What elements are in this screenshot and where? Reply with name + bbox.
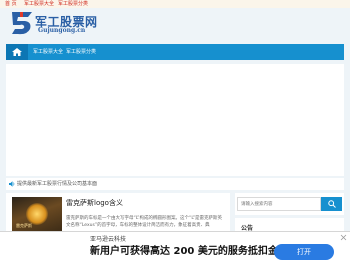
banner-area bbox=[6, 64, 344, 176]
article-title[interactable]: 雷克萨斯logo含义 bbox=[66, 199, 123, 208]
nav-item-stock-list[interactable]: 军工股票大全 bbox=[33, 48, 63, 56]
notice-text: 提供最新军工股票行情及公司基本面 bbox=[17, 181, 98, 187]
logo-icon[interactable] bbox=[10, 10, 34, 36]
notice-bar: 提供最新军工股票行情及公司基本面 bbox=[6, 178, 344, 190]
top-link-home[interactable]: 首 页 bbox=[5, 1, 17, 7]
ad-brand: 亚马逊云科技 bbox=[90, 236, 127, 243]
speaker-icon bbox=[9, 181, 15, 187]
search-button[interactable] bbox=[321, 197, 342, 211]
nav-home-button[interactable] bbox=[6, 44, 28, 60]
site-url: Gujungong.cn bbox=[38, 27, 86, 34]
close-icon[interactable] bbox=[340, 234, 347, 241]
top-link-stock-category[interactable]: 军工股票分类 bbox=[58, 1, 88, 7]
sidebar-search bbox=[235, 193, 344, 215]
ad-banner[interactable]: 亚马逊云科技 新用户可获得高达 200 美元的服务抵扣金 打开 bbox=[0, 231, 350, 263]
article-excerpt: 雷克萨斯的车标是一个由大写字母“L”构成的椭圆形图案。这个“L”是雷克萨斯英文名… bbox=[66, 216, 222, 228]
top-bar: 首 页 军工股票大全 军工股票分类 bbox=[0, 0, 350, 8]
main-nav: 军工股票大全 军工股票分类 bbox=[6, 44, 344, 60]
nav-item-stock-category[interactable]: 军工股票分类 bbox=[66, 48, 96, 56]
top-link-stock-list[interactable]: 军工股票大全 bbox=[24, 1, 54, 7]
ad-headline: 新用户可获得高达 200 美元的服务抵扣金 bbox=[90, 246, 278, 257]
article-thumbnail[interactable]: 雷克萨斯 bbox=[12, 197, 62, 233]
ad-open-button[interactable]: 打开 bbox=[274, 244, 334, 260]
thumbnail-text: 雷克萨斯 bbox=[16, 223, 32, 228]
search-input[interactable] bbox=[237, 197, 321, 211]
thumbnail-glow bbox=[26, 203, 48, 225]
home-icon bbox=[12, 48, 22, 56]
search-icon bbox=[328, 200, 336, 208]
